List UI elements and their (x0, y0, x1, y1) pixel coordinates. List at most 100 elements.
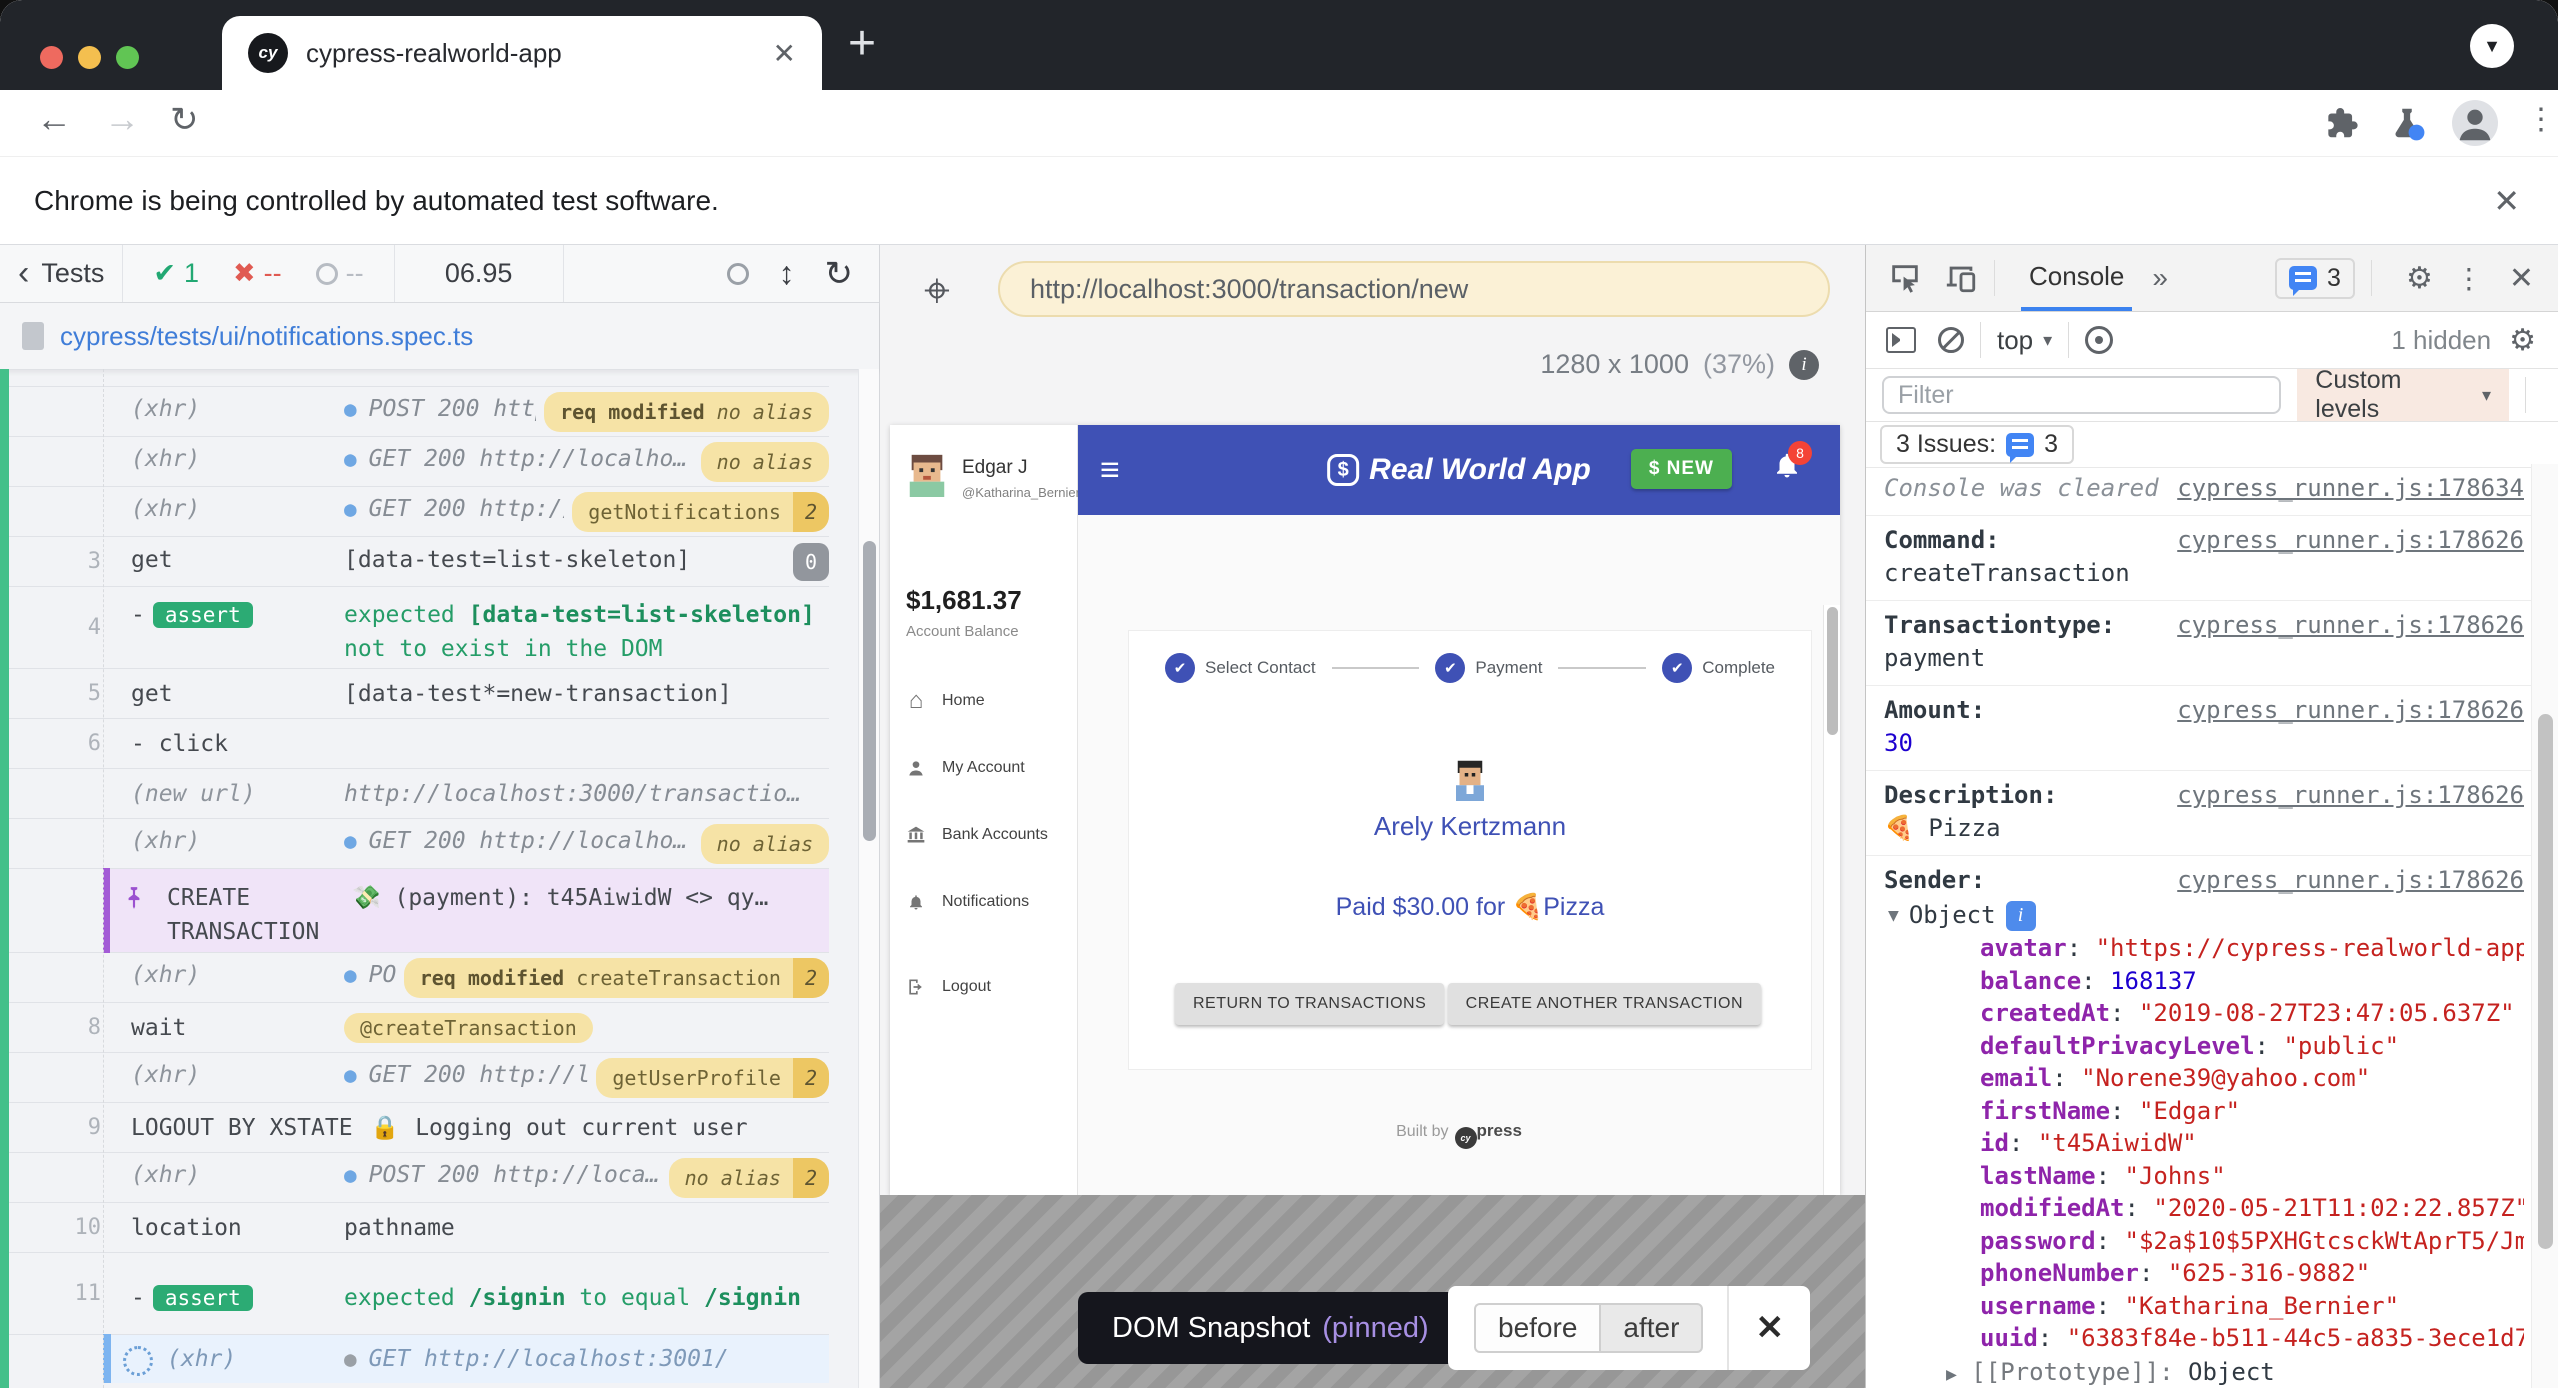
contact-block: Arely Kertzmann (1129, 759, 1811, 842)
sidebar-item-my-account[interactable]: My Account (890, 740, 1077, 796)
step-connector (1332, 667, 1420, 669)
console-sidebar-toggle-icon[interactable] (1886, 327, 1916, 353)
inspect-element-icon[interactable] (1888, 261, 1922, 295)
source-link[interactable]: cypress_runner.js:178626 (2177, 779, 2524, 812)
step-complete: ✔ Complete (1662, 653, 1775, 683)
viewport-info-icon[interactable]: i (1789, 350, 1819, 380)
contact-name[interactable]: Arely Kertzmann (1129, 811, 1811, 842)
command-row-assert[interactable]: 4 -assert expected [data-test=list-skele… (9, 587, 829, 669)
browser-toolbar: ← → ↻ i localhost:3000/__/#/tests/integr… (0, 90, 2558, 156)
new-transaction-button[interactable]: $ NEW (1631, 449, 1732, 489)
command-row-xhr[interactable]: (xhr) ●GET 200 http://localho… no alias (9, 819, 829, 869)
console-settings-gear-icon[interactable]: ⚙ (2509, 323, 2536, 358)
collapse-expand-icon[interactable]: ↕ (779, 255, 795, 292)
tab-console[interactable]: Console (2021, 245, 2132, 311)
more-tabs-icon[interactable]: » (2152, 262, 2168, 294)
browser-tab[interactable]: cy cypress-realworld-app ✕ (222, 16, 822, 90)
source-link[interactable]: cypress_runner.js:178626 (2177, 864, 2524, 897)
console-messages-badge[interactable]: 3 (2275, 258, 2355, 299)
command-row-xhr-pending[interactable]: (xhr) ●GET http://localhost:3001/ (9, 1335, 829, 1383)
object-expander[interactable]: ▼ Object i (1884, 897, 2524, 932)
tab-search-icon[interactable]: ▼ (2470, 24, 2514, 68)
account-balance: $1,681.37 (906, 585, 1022, 616)
tab-bar: cy cypress-realworld-app ✕ + ▼ (0, 0, 2558, 90)
traffic-zoom-icon[interactable] (116, 46, 139, 69)
command-row-get[interactable]: 3 get [data-test=list-skeleton] 0 (9, 537, 829, 587)
tab-close-icon[interactable]: ✕ (773, 37, 796, 70)
hamburger-menu-icon[interactable]: ≡ (1100, 451, 1120, 490)
return-to-transactions-button[interactable]: RETURN TO TRANSACTIONS (1175, 983, 1444, 1025)
sidebar-item-logout[interactable]: Logout (890, 959, 1077, 1015)
traffic-close-icon[interactable] (40, 46, 63, 69)
after-button[interactable]: after (1599, 1303, 1703, 1353)
command-row-newurl[interactable]: (new url) http://localhost:3000/transact… (9, 769, 829, 819)
command-row-assert[interactable]: 11 -assert expected /signin to equal /si… (9, 1253, 829, 1335)
sidebar-item-home[interactable]: ⌂ Home (890, 673, 1077, 729)
unpin-close-icon[interactable]: ✕ (1729, 1308, 1810, 1348)
live-expression-eye-icon[interactable] (2085, 326, 2113, 354)
sidebar-item-bank-accounts[interactable]: Bank Accounts (890, 807, 1077, 863)
device-toolbar-icon[interactable] (1944, 261, 1978, 295)
create-another-transaction-button[interactable]: CREATE ANOTHER TRANSACTION (1448, 983, 1761, 1025)
forward-icon[interactable]: → (104, 98, 140, 140)
devtools-settings-gear-icon[interactable]: ⚙ (2406, 261, 2433, 296)
rerun-tests-icon[interactable]: ↻ (825, 254, 854, 294)
devtools-close-icon[interactable]: ✕ (2509, 261, 2534, 296)
sidebar-item-notifications[interactable]: Notifications (890, 874, 1077, 930)
clear-console-icon[interactable] (1938, 327, 1964, 353)
command-row-logout-log[interactable]: 9 LOGOUT BY XSTATE 🔒 Logging out current… (9, 1103, 829, 1153)
command-row-pinned-create-transaction[interactable]: CREATE TRANSACTION 💸 (payment): t45Aiwid… (9, 869, 829, 953)
hidden-messages-label[interactable]: 1 hidden (2391, 325, 2491, 356)
reporter-scroll-thumb[interactable] (863, 541, 876, 841)
pin-icon[interactable] (121, 885, 147, 911)
banner-close-icon[interactable]: ✕ (2493, 182, 2520, 220)
app-scroll-thumb[interactable] (1827, 607, 1838, 735)
profile-avatar-icon[interactable] (2452, 100, 2498, 146)
console-scroll-thumb[interactable] (2538, 714, 2553, 1249)
command-row-xhr[interactable]: (xhr) ●GET 200 http://l… getUserProfile2 (9, 1053, 829, 1103)
devtools-menu-kebab-icon[interactable]: ⋮ (2455, 262, 2483, 295)
auto-scroll-toggle-icon[interactable] (727, 263, 749, 285)
command-row-xhr[interactable]: (xhr) ●POST 200 http://loca… no alias2 (9, 1153, 829, 1203)
command-row-xhr[interactable]: (xhr) ●POST … req modified createTransac… (9, 953, 829, 1003)
fail-x-icon: ✖ (233, 258, 256, 289)
app-footer: Built bycypress (1078, 1121, 1840, 1149)
object-info-icon[interactable]: i (2006, 901, 2036, 931)
issues-button[interactable]: 3 Issues: 3 (1880, 425, 2074, 464)
command-row-xhr[interactable]: (xhr) ●POST 200 http… req modified no al… (9, 387, 829, 437)
source-link[interactable]: cypress_runner.js:178626 (2177, 694, 2524, 727)
source-link[interactable]: cypress_runner.js:178626 (2177, 524, 2524, 557)
filter-input[interactable] (1882, 376, 2281, 414)
xhr-dot-icon: ● (344, 829, 357, 853)
experiments-flask-icon[interactable] (2388, 104, 2426, 142)
before-button[interactable]: before (1474, 1303, 1599, 1353)
extensions-puzzle-icon[interactable] (2322, 104, 2360, 142)
back-icon[interactable]: ← (36, 98, 72, 140)
reload-icon[interactable]: ↻ (170, 100, 199, 140)
execution-context-selector[interactable]: top ▾ (1997, 325, 2052, 356)
spec-file-link[interactable]: cypress/tests/ui/notifications.spec.ts (60, 321, 473, 352)
log-levels-dropdown[interactable]: Custom levels ▾ (2297, 369, 2509, 421)
back-to-tests-button[interactable]: ‹ Tests (0, 245, 123, 302)
command-row-click[interactable]: 6 - click (9, 719, 829, 769)
source-link[interactable]: cypress_runner.js:178634 (2177, 472, 2524, 505)
command-row-xhr[interactable]: (xhr) ●GET 200 http://localho… no alias (9, 437, 829, 487)
browser-menu-kebab-icon[interactable]: ⋮ (2526, 102, 2556, 137)
command-row-xhr[interactable]: (xhr) ●GET 200 http://… getNotifications… (9, 487, 829, 537)
triangle-open-icon: ▼ (1888, 899, 1899, 932)
app-header: ≡ $ Real World App $ NEW 8 (1078, 425, 1840, 515)
aut-url-bar[interactable]: http://localhost:3000/transaction/new (998, 261, 1830, 317)
command-row-wait[interactable]: 8 wait @createTransaction (9, 1003, 829, 1053)
command-row-location[interactable]: 10 location pathname (9, 1203, 829, 1253)
traffic-minimize-icon[interactable] (78, 46, 101, 69)
reporter-scrollbar[interactable] (858, 369, 879, 1388)
console-scrollbar[interactable] (2531, 464, 2558, 1388)
source-link[interactable]: cypress_runner.js:178626 (2177, 609, 2524, 642)
step-check-icon: ✔ (1435, 653, 1465, 683)
snapshot-toggle-card: before after ✕ (1448, 1286, 1810, 1370)
command-row-get[interactable]: 5 get [data-test*=new-transaction] (9, 669, 829, 719)
selector-playground-icon[interactable]: ⌖ (924, 263, 950, 319)
notifications-bell-icon[interactable]: 8 (1772, 449, 1802, 481)
prototype-row[interactable]: ▶ [[Prototype]]: Object (1884, 1355, 2524, 1388)
new-tab-button[interactable]: + (848, 20, 876, 68)
